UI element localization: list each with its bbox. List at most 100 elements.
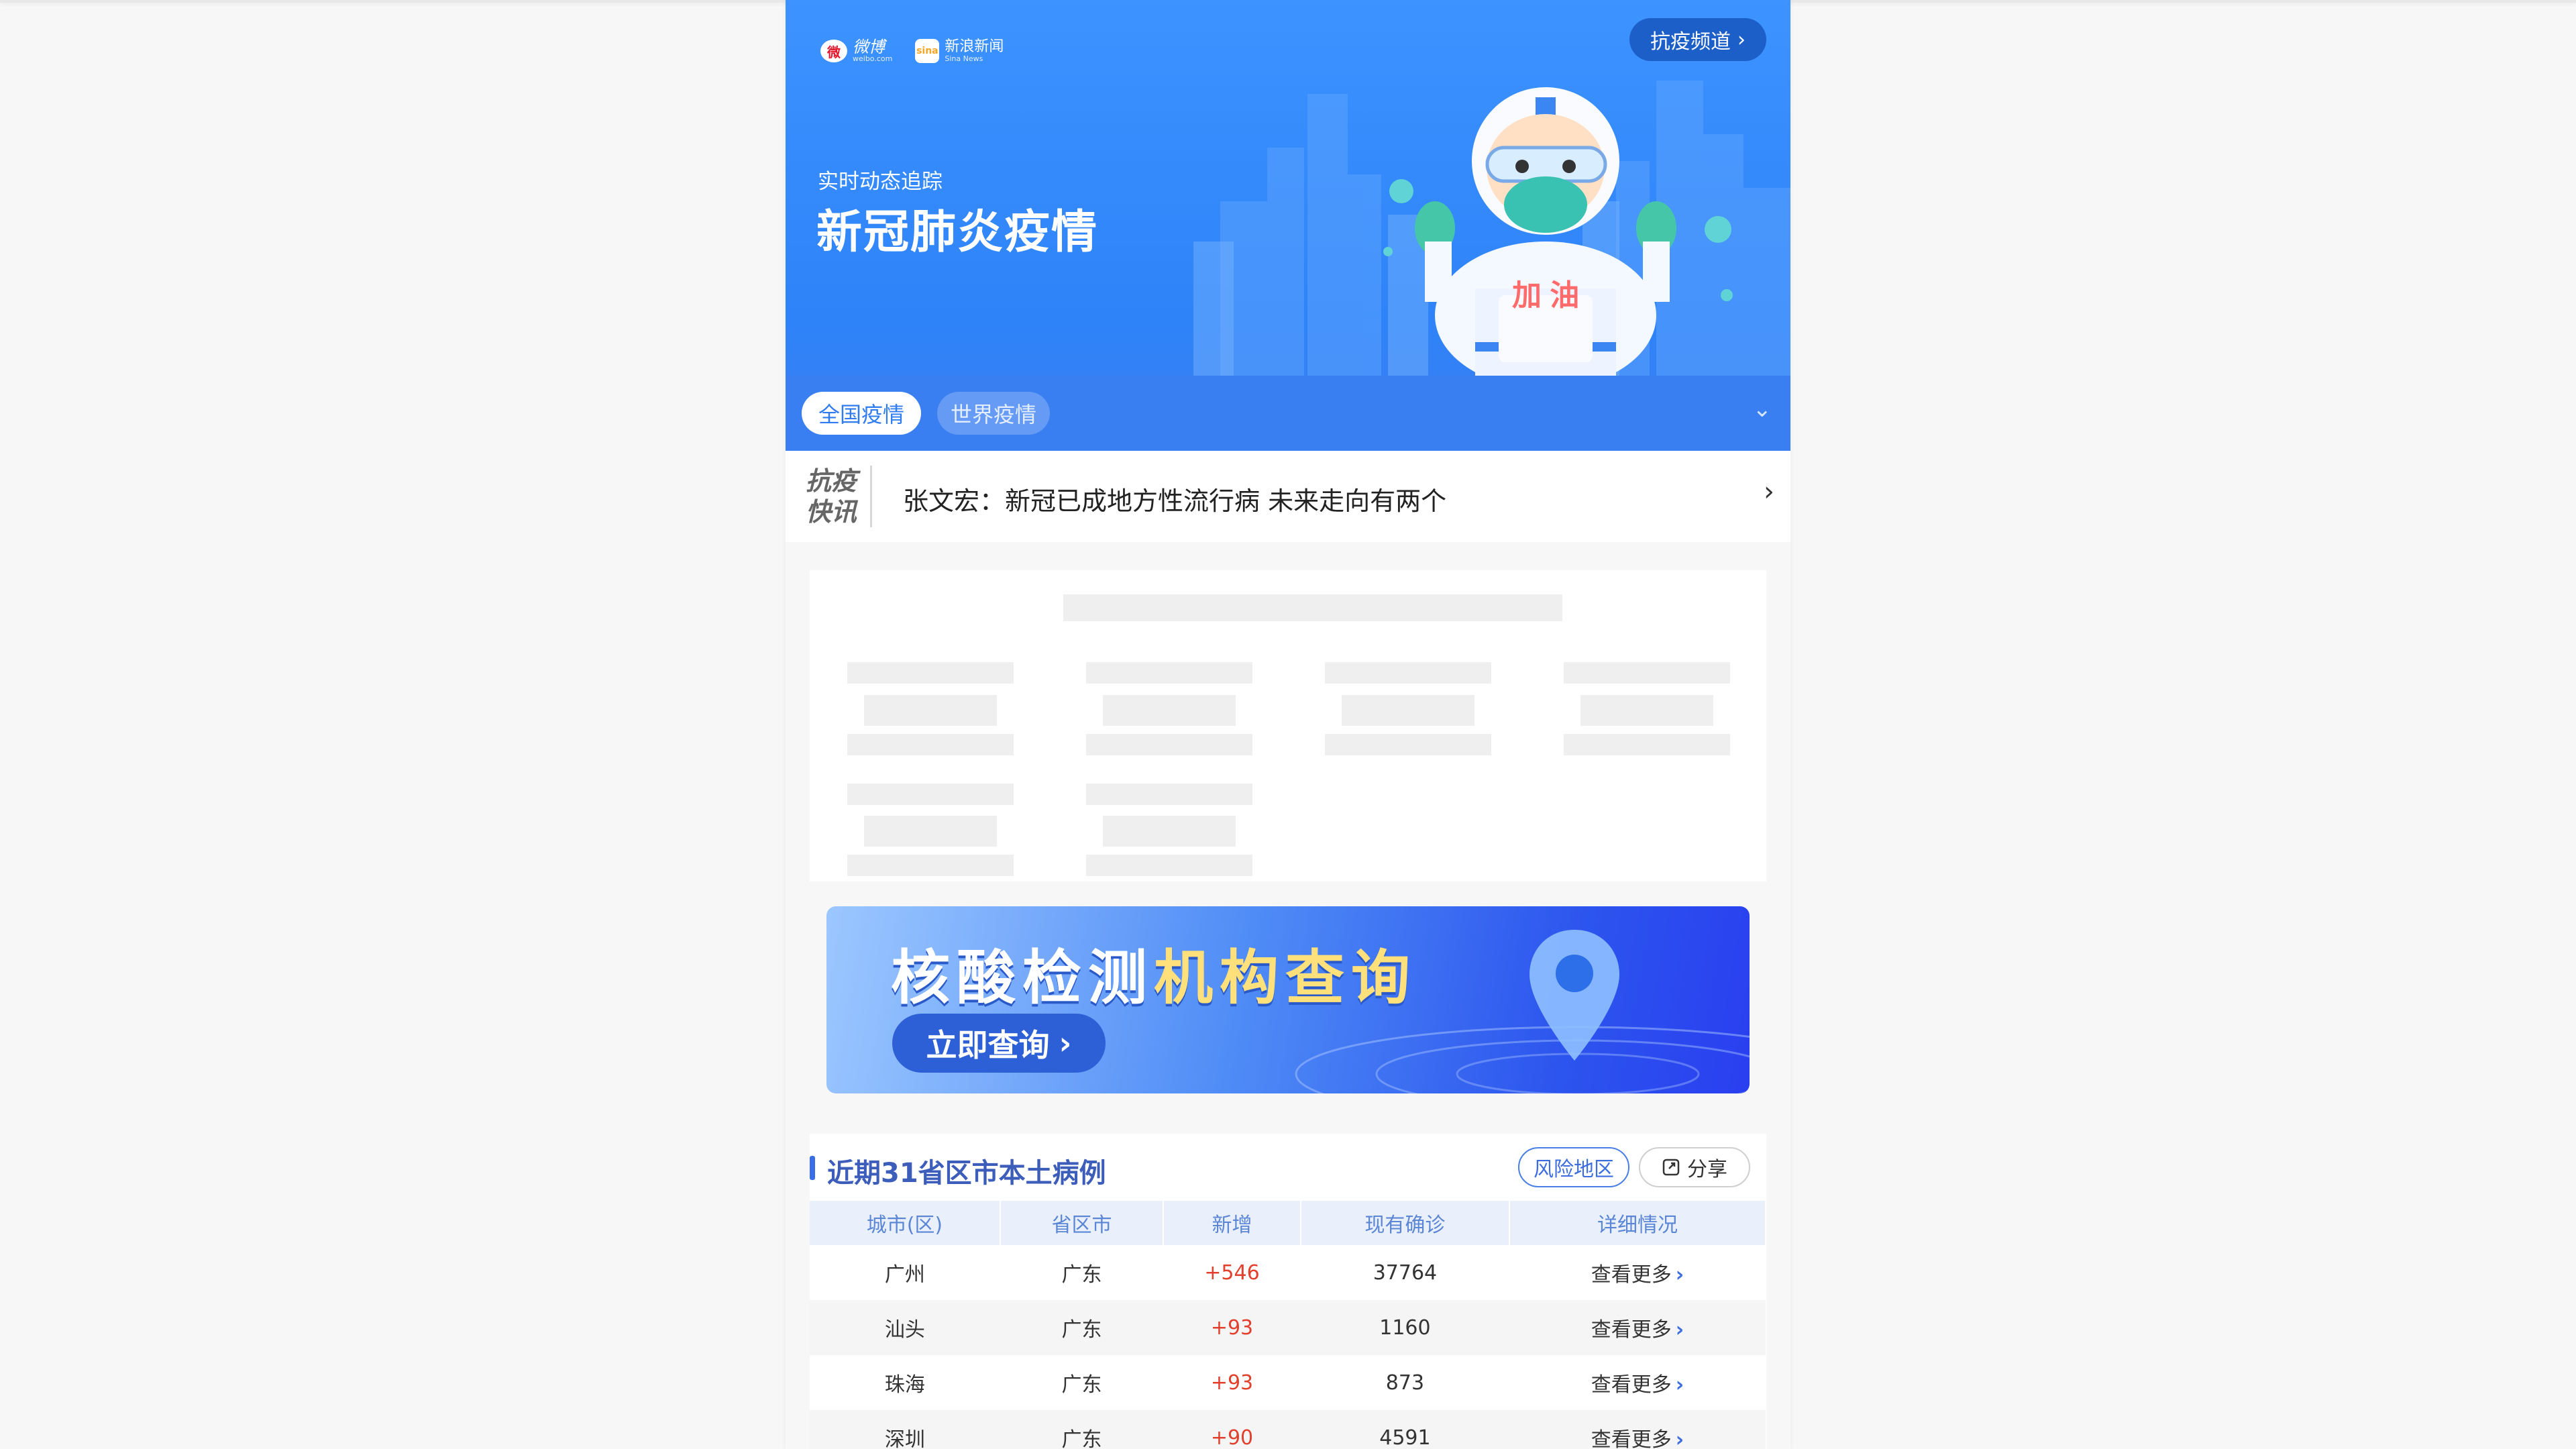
skeleton-line: [847, 784, 1014, 805]
banner-subtitle: 实时动态追踪: [818, 170, 943, 194]
chevron-right-icon: ›: [1737, 28, 1746, 52]
table-row: 珠海 广东 +93 873 查看更多 ›: [810, 1355, 1766, 1410]
cell-new: +90: [1163, 1410, 1301, 1449]
chevron-right-icon: ›: [1675, 1373, 1684, 1397]
table-header-row: 城市(区) 省区市 新增 现有确诊 详细情况: [810, 1201, 1767, 1245]
sina-news-logo-text: 新浪新闻: [945, 38, 1004, 55]
query-now-label: 立即查询: [926, 1027, 1050, 1063]
chevron-right-icon: ›: [1675, 1318, 1684, 1342]
cell-current: 1160: [1300, 1300, 1509, 1355]
column-header-province: 省区市: [1000, 1201, 1165, 1245]
location-pin-icon: [1529, 930, 1619, 1061]
cell-current: 4591: [1300, 1410, 1509, 1449]
local-cases-section: 近期31省区市本土病例 风险地区 分享 城市(区) 省区市 新增 现有确诊 详细…: [810, 1134, 1767, 1449]
ticker-tag-line2: 快讯: [806, 497, 857, 527]
skeleton-line: [1086, 734, 1252, 755]
channel-button-label: 抗疫频道: [1650, 30, 1731, 54]
skeleton-line: [847, 855, 1014, 876]
table-row: 广州 广东 +546 37764 查看更多 ›: [810, 1245, 1766, 1300]
view-more-label: 查看更多: [1591, 1318, 1672, 1342]
cell-current: 37764: [1373, 1260, 1438, 1285]
skeleton-line: [1325, 734, 1491, 755]
skeleton-line: [1086, 784, 1252, 805]
skeleton-line: [1086, 662, 1252, 684]
chevron-right-icon[interactable]: ›: [1764, 476, 1774, 507]
skeleton-block: [1342, 695, 1474, 726]
anti-epidemic-channel-button[interactable]: 抗疫频道 ›: [1629, 18, 1766, 61]
region-tabs: 全国疫情 世界疫情 ⌄: [786, 376, 1790, 451]
risk-areas-button[interactable]: 风险地区: [1518, 1147, 1629, 1187]
column-header-detail: 详细情况: [1509, 1201, 1767, 1245]
cell-new: +546: [1204, 1260, 1260, 1285]
cell-new: +93: [1163, 1300, 1301, 1355]
local-cases-header: 近期31省区市本土病例 风险地区 分享: [810, 1134, 1766, 1201]
mascot-label: 加 油: [1512, 279, 1579, 312]
nucleic-banner-title-part1: 核酸检测: [891, 943, 1155, 1012]
cell-new: +93: [1210, 1371, 1254, 1395]
view-more-link[interactable]: 查看更多 ›: [1509, 1245, 1766, 1300]
skeleton-line: [847, 662, 1014, 684]
epidemic-page: 加 油 微 微博 weibo.com sina 新浪新闻 Sina News 抗…: [786, 0, 1790, 1449]
sina-news-logo-icon: sina: [915, 39, 940, 63]
cell-province: 广东: [1061, 1373, 1102, 1397]
weibo-logo: 微 微博 weibo.com: [820, 39, 892, 63]
skeleton-line: [1063, 594, 1562, 621]
nucleic-test-banner[interactable]: 核酸检测机构查询 立即查询 ›: [826, 906, 1750, 1093]
skeleton-block: [1580, 695, 1713, 726]
cell-city: 汕头: [810, 1300, 1000, 1355]
view-more-link[interactable]: 查看更多 ›: [1509, 1355, 1766, 1410]
view-more-link[interactable]: 查看更多 ›: [1509, 1300, 1766, 1355]
weibo-logo-icon: 微: [820, 40, 847, 62]
chevron-right-icon: ›: [1675, 1428, 1684, 1449]
ticker-headline[interactable]: 张文宏：新冠已成地方性流行病 未来走向有两个: [903, 480, 1446, 517]
banner-title: 新冠肺炎疫情: [816, 206, 1099, 259]
view-more-label: 查看更多: [1591, 1428, 1672, 1449]
share-button-label: 分享: [1687, 1158, 1727, 1181]
chevron-right-icon: ›: [1675, 1263, 1684, 1287]
skeleton-line: [1564, 662, 1730, 684]
ticker-tag: 抗疫 快讯: [806, 466, 872, 527]
sina-news-logo: sina 新浪新闻 Sina News: [915, 39, 1004, 63]
table-row: 深圳 广东 +90 4591 查看更多 ›: [810, 1410, 1766, 1449]
skeleton-block: [1103, 695, 1236, 726]
hero-banner: 加 油 微 微博 weibo.com sina 新浪新闻 Sina News 抗…: [786, 0, 1790, 451]
share-button[interactable]: 分享: [1639, 1147, 1750, 1187]
cell-province: 广东: [1000, 1300, 1164, 1355]
nucleic-banner-title: 核酸检测机构查询: [891, 930, 1417, 1016]
table-row: 汕头 广东 +93 1160 查看更多 ›: [810, 1300, 1766, 1355]
cell-province: 广东: [1061, 1263, 1102, 1287]
local-cases-title: 近期31省区市本土病例: [827, 1158, 1106, 1189]
view-more-link[interactable]: 查看更多 ›: [1509, 1410, 1766, 1449]
sina-news-logo-sub: Sina News: [945, 54, 983, 63]
section-accent-bar: [810, 1156, 815, 1180]
weibo-logo-sub: weibo.com: [853, 54, 893, 63]
local-cases-table: 城市(区) 省区市 新增 现有确诊 详细情况 广州 广东 +546 37764 …: [810, 1201, 1767, 1449]
skeleton-line: [1564, 734, 1730, 755]
query-now-button[interactable]: 立即查询 ›: [892, 1014, 1106, 1073]
cell-city: 广州: [884, 1263, 925, 1287]
cell-city: 深圳: [810, 1410, 1000, 1449]
cell-city: 珠海: [884, 1373, 925, 1397]
chevron-right-icon: ›: [1059, 1025, 1072, 1061]
view-more-label: 查看更多: [1591, 1373, 1672, 1397]
cell-current: 873: [1385, 1371, 1425, 1395]
tab-world[interactable]: 世界疫情: [937, 392, 1050, 435]
nucleic-banner-title-part2: 机构查询: [1154, 943, 1417, 1012]
share-icon: [1662, 1159, 1680, 1176]
chevron-down-icon[interactable]: ⌄: [1753, 396, 1772, 423]
column-header-current: 现有确诊: [1300, 1201, 1510, 1245]
skeleton-block: [1103, 816, 1236, 847]
skeleton-line: [1325, 662, 1491, 684]
tab-national[interactable]: 全国疫情: [802, 392, 921, 435]
stats-skeleton-card: [810, 570, 1766, 881]
news-ticker[interactable]: 抗疫 快讯 张文宏：新冠已成地方性流行病 未来走向有两个 ›: [786, 451, 1790, 542]
column-header-new: 新增: [1163, 1201, 1301, 1245]
skeleton-block: [864, 695, 997, 726]
skeleton-line: [1086, 855, 1252, 876]
brand-logos: 微 微博 weibo.com sina 新浪新闻 Sina News: [820, 39, 1004, 63]
cell-province: 广东: [1000, 1410, 1164, 1449]
weibo-logo-text: 微博: [853, 38, 885, 56]
skeleton-line: [847, 734, 1014, 755]
view-more-label: 查看更多: [1591, 1263, 1672, 1287]
skeleton-block: [864, 816, 997, 847]
